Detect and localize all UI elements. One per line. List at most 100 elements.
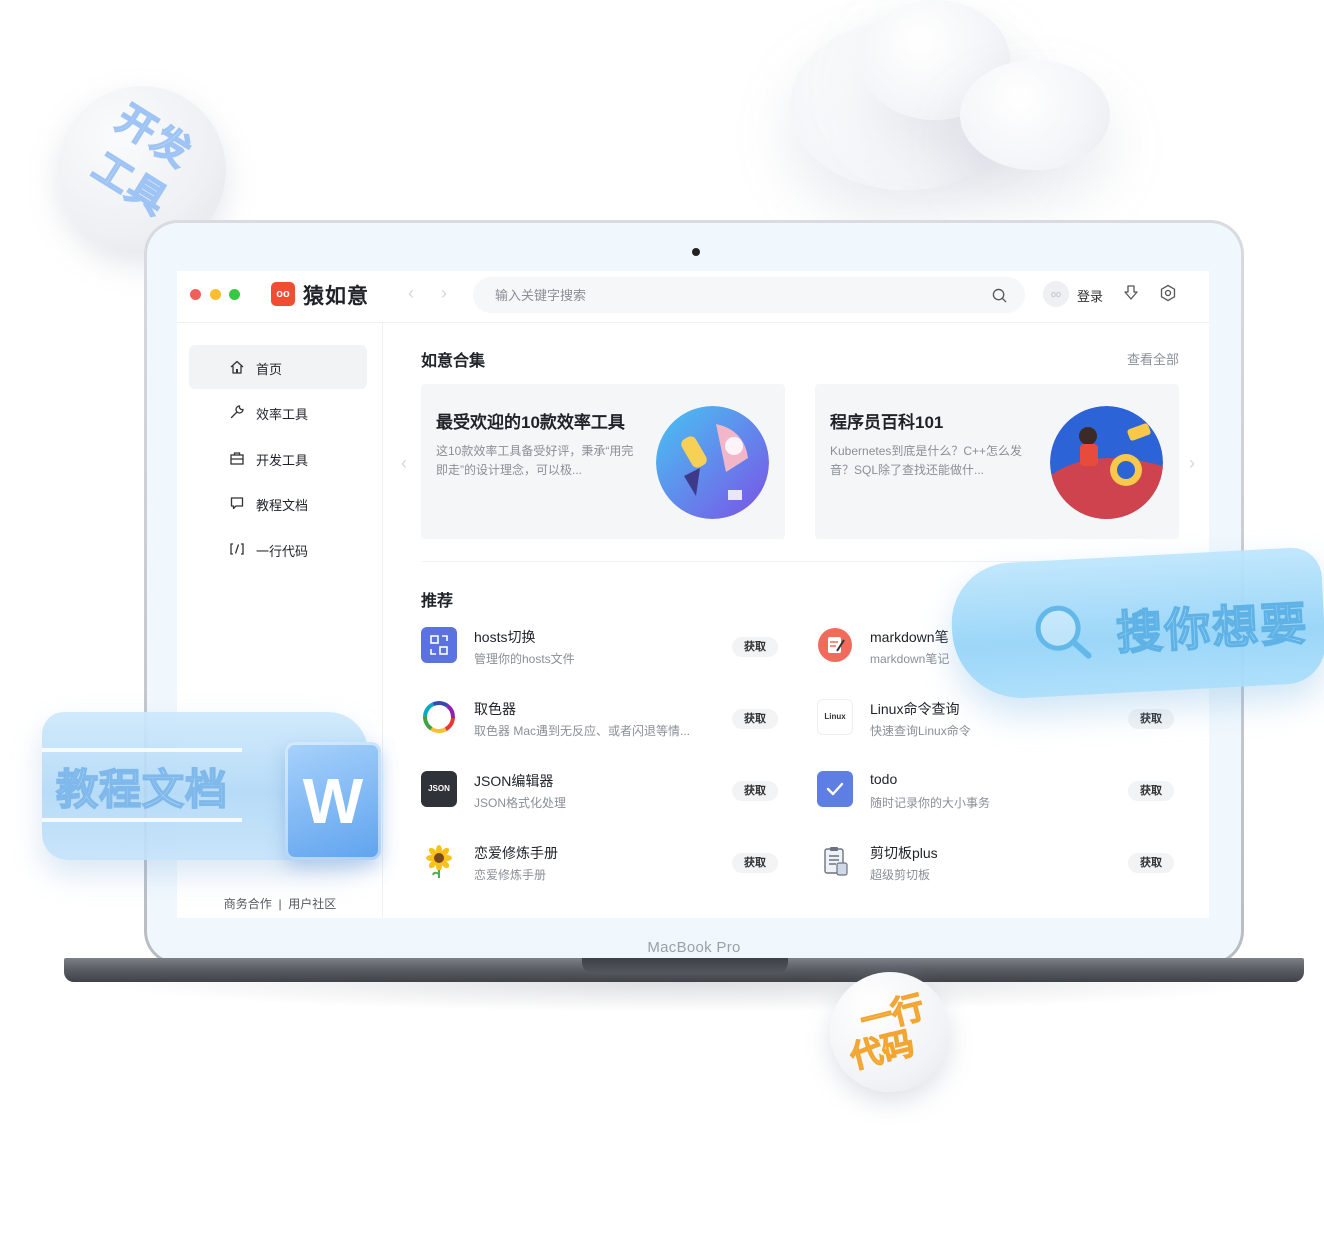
app-title: 猿如意 xyxy=(303,285,369,308)
card-description: Kubernetes到底是什么？C++怎么发音？SQL除了查找还能做什... xyxy=(830,444,1023,477)
item-name: markdown笔 xyxy=(870,629,949,645)
view-all-link[interactable]: 查看全部 xyxy=(1127,349,1179,368)
search-banner: 搜你想要 xyxy=(948,546,1324,702)
collection-card[interactable]: 程序员百科101 Kubernetes到底是什么？C++怎么发音？SQL除了查找… xyxy=(815,384,1179,539)
item-name: 取色器 xyxy=(474,701,516,717)
word-doc-icon: W xyxy=(285,742,381,860)
sidebar-item-label: 效率工具 xyxy=(256,407,309,422)
sunflower-icon xyxy=(421,843,457,879)
code-icon xyxy=(230,543,244,555)
item-name: JSON编辑器 xyxy=(474,773,554,789)
markdown-note-icon xyxy=(817,627,853,663)
list-item[interactable]: 恋爱修炼手册 恋爱修炼手册 获取 xyxy=(421,839,781,889)
item-description: 取色器 Mac遇到无反应、或者闪退等情... xyxy=(474,724,691,738)
list-item[interactable]: 取色器 取色器 Mac遇到无反应、或者闪退等情... 获取 xyxy=(421,695,781,745)
list-item[interactable]: hosts切换 管理你的hosts文件 获取 xyxy=(421,623,781,673)
hosts-switch-icon xyxy=(421,627,457,663)
title-bar: oo 猿如意 ‹ › oo 登录 xyxy=(177,271,1209,323)
stage: 开发 工具 MacBook Pro oo 猿如意 ‹ › 输入关键字搜索 oo … xyxy=(0,0,1324,1260)
list-item[interactable]: todo 随时记录你的大小事务 获取 xyxy=(817,767,1177,817)
chat-doc-icon xyxy=(230,497,244,510)
device-label: MacBook Pro xyxy=(647,939,741,956)
linux-icon: Linux xyxy=(817,699,853,735)
badge-text-line2: 代码 xyxy=(846,1024,918,1076)
home-icon xyxy=(230,360,244,374)
user-community-link[interactable]: 用户社区 xyxy=(288,897,336,911)
maximize-window-button[interactable] xyxy=(229,289,240,300)
sidebar-item-one-line-code[interactable]: 一行代码 xyxy=(189,527,367,571)
banner-stripe xyxy=(42,748,242,752)
card-title: 最受欢迎的10款效率工具 xyxy=(436,413,625,432)
clipboard-icon xyxy=(817,843,853,879)
sidebar-item-label: 一行代码 xyxy=(256,544,309,559)
magnifier-icon xyxy=(1035,605,1092,659)
laptop-notch xyxy=(582,958,788,974)
toolbox-icon xyxy=(230,452,244,465)
forward-arrow-icon[interactable]: › xyxy=(441,283,447,304)
app-logo-icon: oo xyxy=(271,282,295,306)
item-description: JSON格式化处理 xyxy=(474,796,567,810)
get-button[interactable]: 获取 xyxy=(732,853,778,873)
get-button[interactable]: 获取 xyxy=(1128,709,1174,729)
get-button[interactable]: 获取 xyxy=(732,781,778,801)
wrench-icon xyxy=(230,405,244,419)
json-icon: JSON xyxy=(421,771,457,807)
sidebar-item-label: 开发工具 xyxy=(256,453,309,468)
list-item[interactable]: 剪切板plus 超级剪切板 获取 xyxy=(817,839,1177,889)
settings-icon[interactable] xyxy=(1159,284,1177,302)
sidebar-item-efficiency-tools[interactable]: 效率工具 xyxy=(189,390,367,434)
get-button[interactable]: 获取 xyxy=(1128,853,1174,873)
sidebar-item-dev-tools[interactable]: 开发工具 xyxy=(189,436,367,480)
login-button[interactable]: 登录 xyxy=(1077,286,1103,305)
rocket-illustration-icon xyxy=(656,406,769,519)
list-item[interactable]: Linux Linux命令查询 快速查询Linux命令 获取 xyxy=(817,695,1177,745)
cloud-decoration-puff-right xyxy=(960,60,1110,170)
carousel-next-icon[interactable]: › xyxy=(1189,453,1195,474)
back-arrow-icon[interactable]: ‹ xyxy=(408,283,414,304)
item-description: 管理你的hosts文件 xyxy=(474,652,575,666)
avatar[interactable]: oo xyxy=(1043,281,1069,307)
carousel-prev-icon[interactable]: ‹ xyxy=(401,453,407,474)
minimize-window-button[interactable] xyxy=(210,289,221,300)
collections-title: 如意合集 xyxy=(421,353,486,370)
color-ring-icon xyxy=(421,699,457,735)
close-window-button[interactable] xyxy=(190,289,201,300)
item-name: todo xyxy=(870,771,898,787)
coder-rocket-illustration-icon xyxy=(1050,406,1163,519)
sidebar-item-label: 教程文档 xyxy=(256,498,309,513)
banner-stripe xyxy=(42,818,242,822)
camera-icon xyxy=(692,248,700,256)
check-icon xyxy=(817,771,853,807)
laptop-shadow xyxy=(90,982,1280,1012)
one-line-code-badge: 一行 代码 xyxy=(830,972,950,1092)
recommend-title: 推荐 xyxy=(421,593,454,610)
sidebar-item-label: 首页 xyxy=(256,362,283,377)
search-icon[interactable] xyxy=(992,288,1007,303)
item-description: 恋爱修炼手册 xyxy=(474,868,547,882)
search-input[interactable] xyxy=(495,277,975,313)
tutorial-docs-banner: 教程文档 W xyxy=(42,700,381,868)
item-name: hosts切换 xyxy=(474,629,536,645)
collection-card[interactable]: 最受欢迎的10款效率工具 这10款效率工具备受好评，秉承“用完即走”的设计理念，… xyxy=(421,384,785,539)
sidebar-item-tutorials[interactable]: 教程文档 xyxy=(189,481,367,525)
sidebar-item-home[interactable]: 首页 xyxy=(189,345,367,389)
banner-text: 教程文档 xyxy=(55,765,229,814)
get-button[interactable]: 获取 xyxy=(732,637,778,657)
get-button[interactable]: 获取 xyxy=(732,709,778,729)
search-bar xyxy=(473,277,1025,313)
item-description: 超级剪切板 xyxy=(870,868,931,882)
list-item[interactable]: JSON JSON编辑器 JSON格式化处理 获取 xyxy=(421,767,781,817)
item-description: 快速查询Linux命令 xyxy=(870,724,971,738)
item-name: 剪切板plus xyxy=(870,845,938,861)
card-title: 程序员百科101 xyxy=(830,413,944,432)
item-name: 恋爱修炼手册 xyxy=(474,845,558,861)
banner-text: 搜你想要 xyxy=(1114,596,1310,660)
item-name: Linux命令查询 xyxy=(870,701,960,717)
footer-separator: | xyxy=(278,897,282,911)
business-cooperation-link[interactable]: 商务合作 xyxy=(224,897,272,911)
download-icon[interactable] xyxy=(1122,284,1140,302)
get-button[interactable]: 获取 xyxy=(1128,781,1174,801)
card-description: 这10款效率工具备受好评，秉承“用完即走”的设计理念，可以极... xyxy=(436,444,634,477)
item-description: 随时记录你的大小事务 xyxy=(870,796,991,810)
sidebar-footer: 商务合作 | 用户社区 xyxy=(177,895,383,912)
